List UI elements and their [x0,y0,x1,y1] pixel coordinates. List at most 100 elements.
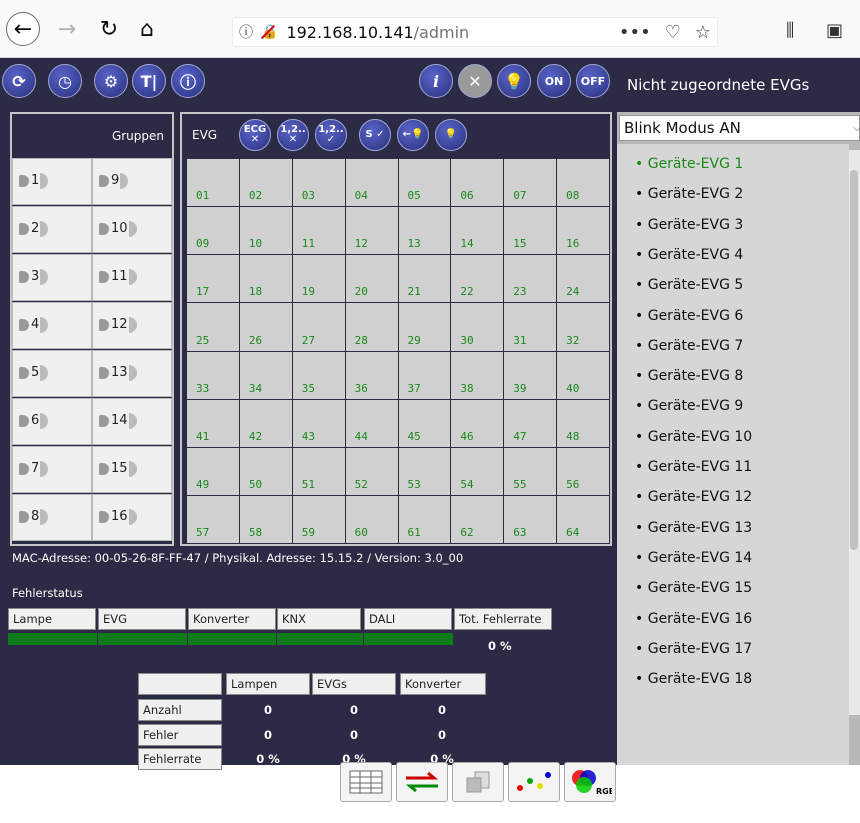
sidebar-evg-item[interactable]: • Geräte-EVG 9 [635,398,743,414]
evg-cell[interactable]: 40 [557,351,609,399]
group-3[interactable]: 3 [12,254,92,301]
group-9[interactable]: 9 [92,158,172,205]
group-6[interactable]: 6 [12,398,92,445]
evg-cell[interactable]: 12 [345,207,398,255]
evg-cell[interactable]: 15 [504,207,557,255]
sidebar-evg-item[interactable]: • Geräte-EVG 3 [635,217,743,233]
evg-cell[interactable]: 22 [451,255,504,303]
sidebar-evg-item[interactable]: • Geräte-EVG 4 [635,247,743,263]
evg-cell[interactable]: 57 [187,495,239,543]
evg-cell[interactable]: 50 [239,447,292,495]
evg-cell[interactable]: 13 [398,207,451,255]
sidebar-evg-item[interactable]: • Geräte-EVG 13 [635,520,752,536]
lamp-off-icon[interactable]: ✕ [458,64,492,98]
url-bar[interactable]: ⓘ 🔒 192.168.10.141/admin ••• ♡ ☆ [232,17,718,47]
text-cursor-icon[interactable]: T| [132,64,166,98]
info-icon[interactable]: ⓘ [239,22,253,42]
address-delete-button[interactable]: 1,2.. ✕ [277,119,309,151]
evg-cell[interactable]: 64 [557,495,609,543]
evg-cell[interactable]: 16 [557,207,609,255]
group-12[interactable]: 12 [92,302,172,349]
group-4[interactable]: 4 [12,302,92,349]
group-7[interactable]: 7 [12,446,92,493]
evg-cell[interactable]: 26 [239,303,292,351]
evg-cell[interactable]: 06 [451,159,504,207]
refresh-icon[interactable]: ⟳ [2,64,36,98]
pocket-icon[interactable]: ♡ [665,22,681,43]
ecg-delete-button[interactable]: ECG ✕ [239,119,271,151]
sidebar-evg-item[interactable]: • Geräte-EVG 11 [635,459,752,475]
clock-icon[interactable]: ◷ [48,64,82,98]
evg-cell[interactable]: 03 [292,159,345,207]
evg-cell[interactable]: 51 [292,447,345,495]
group-14[interactable]: 14 [92,398,172,445]
evg-cell[interactable]: 52 [345,447,398,495]
group-16[interactable]: 16 [92,494,172,541]
evg-cell[interactable]: 58 [239,495,292,543]
evg-cell[interactable]: 61 [398,495,451,543]
sidebar-evg-item[interactable]: • Geräte-EVG 1 [635,156,743,172]
evg-cell[interactable]: 35 [292,351,345,399]
evg-cell[interactable]: 54 [451,447,504,495]
evg-cell[interactable]: 59 [292,495,345,543]
swap-arrows-icon[interactable] [396,762,448,802]
evg-cell[interactable]: 17 [187,255,239,303]
evg-cell[interactable]: 28 [345,303,398,351]
group-13[interactable]: 13 [92,350,172,397]
evg-cell[interactable]: 31 [504,303,557,351]
group-10[interactable]: 10 [92,206,172,253]
evg-cell[interactable]: 01 [187,159,239,207]
device-info-icon[interactable]: ⓘ [171,64,205,98]
group-5[interactable]: 5 [12,350,92,397]
evg-cell[interactable]: 09 [187,207,239,255]
evg-cell[interactable]: 63 [504,495,557,543]
home-icon[interactable]: ⌂ [130,12,164,46]
evg-cell[interactable]: 14 [451,207,504,255]
evg-cell[interactable]: 60 [345,495,398,543]
evg-cell[interactable]: 10 [239,207,292,255]
evg-cell[interactable]: 48 [557,399,609,447]
evg-cell[interactable]: 33 [187,351,239,399]
library-icon[interactable]: ⫼ [786,20,794,41]
sidebar-evg-item[interactable]: • Geräte-EVG 14 [635,550,752,566]
evg-cell[interactable]: 47 [504,399,557,447]
evg-cell[interactable]: 29 [398,303,451,351]
evg-cell[interactable]: 11 [292,207,345,255]
group-11[interactable]: 11 [92,254,172,301]
scroll-thumb[interactable] [850,170,858,550]
sidebar-evg-item[interactable]: • Geräte-EVG 6 [635,308,743,324]
sidebar-evg-item[interactable]: • Geräte-EVG 5 [635,277,743,293]
evg-cell[interactable]: 41 [187,399,239,447]
page-actions-icon[interactable]: ••• [619,22,651,43]
evg-cell[interactable]: 53 [398,447,451,495]
address-confirm-button[interactable]: 1,2.. ✓ [315,119,347,151]
reload-icon[interactable]: ↻ [92,12,126,46]
evg-cell[interactable]: 55 [504,447,557,495]
evg-cell[interactable]: 02 [239,159,292,207]
evg-cell[interactable]: 18 [239,255,292,303]
evg-cell[interactable]: 32 [557,303,609,351]
lamp-icon[interactable]: 💡 [497,64,531,98]
all-off-button[interactable]: OFF [576,64,610,98]
evg-cell[interactable]: 37 [398,351,451,399]
group-15[interactable]: 15 [92,446,172,493]
info-button[interactable]: i [419,64,453,98]
sidebar-evg-item[interactable]: • Geräte-EVG 16 [635,611,752,627]
insecure-lock-icon[interactable]: 🔒 [261,24,278,40]
rgb-icon[interactable]: RGB [564,762,616,802]
sidebar-evg-item[interactable]: • Geräte-EVG 15 [635,580,752,596]
sidebar-evg-item[interactable]: • Geräte-EVG 8 [635,368,743,384]
evg-cell[interactable]: 36 [345,351,398,399]
back-arrow-icon[interactable]: ← [6,12,40,46]
evg-cell[interactable]: 05 [398,159,451,207]
group-1[interactable]: 1 [12,158,92,205]
evg-cell[interactable]: 27 [292,303,345,351]
evg-cell[interactable]: 49 [187,447,239,495]
evg-cell[interactable]: 20 [345,255,398,303]
evg-cell[interactable]: 08 [557,159,609,207]
evg-cell[interactable]: 24 [557,255,609,303]
settings-gears-icon[interactable]: ⚙ [94,64,128,98]
evg-cell[interactable]: 34 [239,351,292,399]
evg-cell[interactable]: 39 [504,351,557,399]
sidebar-evg-item[interactable]: • Geräte-EVG 10 [635,429,752,445]
